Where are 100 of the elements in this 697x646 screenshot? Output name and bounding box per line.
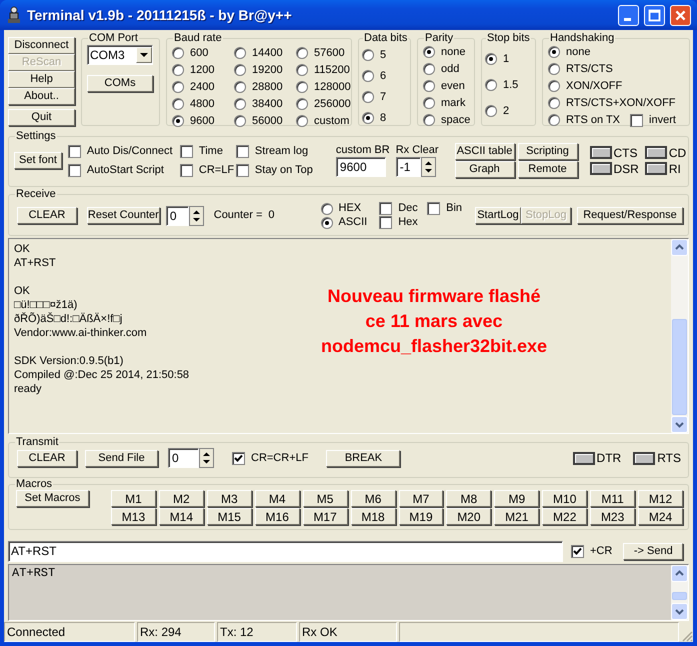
spin-arrows-icon[interactable] bbox=[188, 206, 204, 226]
radio-button[interactable] bbox=[362, 70, 374, 82]
spin-field[interactable]: 0 bbox=[166, 206, 189, 226]
toolbar-button[interactable]: About.. bbox=[8, 88, 75, 105]
radio-button[interactable] bbox=[296, 98, 308, 110]
log-button[interactable]: Request/Response bbox=[576, 207, 683, 224]
radio-button[interactable] bbox=[423, 97, 435, 109]
resize-grip-icon[interactable] bbox=[681, 630, 693, 642]
macro-button[interactable]: M13 bbox=[111, 508, 156, 525]
checkbox[interactable] bbox=[379, 202, 392, 215]
scrollbar[interactable] bbox=[671, 239, 688, 433]
radio-button[interactable] bbox=[296, 115, 308, 127]
radio-button[interactable] bbox=[423, 63, 435, 75]
log-button[interactable]: StartLog bbox=[474, 207, 521, 224]
radio-button[interactable] bbox=[172, 47, 184, 59]
macro-button[interactable]: M8 bbox=[446, 490, 492, 507]
radio-button[interactable] bbox=[362, 112, 374, 124]
checkbox[interactable] bbox=[379, 216, 392, 229]
radio-button[interactable] bbox=[172, 115, 184, 127]
macro-button[interactable]: M6 bbox=[350, 490, 396, 507]
toolbar-button[interactable]: Quit bbox=[8, 109, 75, 126]
macro-button[interactable]: M20 bbox=[446, 508, 492, 525]
radio-button[interactable] bbox=[548, 80, 560, 92]
macro-button[interactable]: M3 bbox=[206, 490, 252, 507]
radio-button[interactable] bbox=[548, 114, 560, 126]
macro-button[interactable]: M5 bbox=[302, 490, 348, 507]
clear-button[interactable]: CLEAR bbox=[17, 207, 77, 224]
macro-button[interactable]: M21 bbox=[494, 508, 540, 525]
radio-button[interactable] bbox=[485, 53, 497, 65]
macro-button[interactable]: M22 bbox=[542, 508, 588, 525]
reset-counter-button[interactable]: Reset Counter bbox=[86, 207, 160, 224]
macro-button[interactable]: M14 bbox=[158, 508, 204, 525]
checkbox[interactable] bbox=[236, 144, 249, 158]
maximize-button[interactable] bbox=[644, 4, 665, 26]
radio-button[interactable] bbox=[172, 64, 184, 76]
macro-button[interactable]: M16 bbox=[254, 508, 300, 525]
checkbox[interactable] bbox=[180, 164, 193, 176]
macro-button[interactable]: M12 bbox=[638, 490, 683, 507]
macro-button[interactable]: M1 bbox=[111, 490, 156, 507]
coms-button[interactable]: COMs bbox=[87, 75, 153, 92]
scroll-down-icon[interactable] bbox=[671, 603, 688, 620]
port-dropdown[interactable]: COM3 bbox=[87, 45, 153, 65]
scroll-up-icon[interactable] bbox=[671, 239, 688, 256]
close-button[interactable] bbox=[670, 4, 691, 26]
minimize-button[interactable] bbox=[618, 4, 639, 26]
macro-button[interactable]: M24 bbox=[638, 508, 683, 525]
macro-button[interactable]: M23 bbox=[590, 508, 636, 525]
radio-button[interactable] bbox=[296, 64, 308, 76]
radio-button[interactable] bbox=[548, 46, 560, 58]
spin-arrows-icon[interactable] bbox=[420, 157, 436, 177]
send-button[interactable]: -> Send bbox=[623, 542, 684, 560]
macro-button[interactable]: M4 bbox=[254, 490, 300, 507]
radio-button[interactable] bbox=[234, 81, 246, 93]
send-file-button[interactable]: Send File bbox=[85, 450, 158, 466]
spin-field[interactable]: -1 bbox=[396, 157, 421, 177]
radio-button[interactable] bbox=[423, 114, 435, 126]
checkbox[interactable] bbox=[571, 544, 584, 558]
radio-button[interactable] bbox=[234, 115, 246, 127]
scrollbar[interactable] bbox=[671, 565, 688, 620]
macro-button[interactable]: M18 bbox=[350, 508, 396, 525]
checkbox[interactable] bbox=[180, 144, 193, 158]
radio-button[interactable] bbox=[234, 98, 246, 110]
settings-button[interactable]: Scripting bbox=[518, 143, 578, 160]
radio-button[interactable] bbox=[548, 63, 560, 75]
radio-button[interactable] bbox=[548, 97, 560, 109]
clear-button[interactable]: CLEAR bbox=[17, 450, 77, 466]
radio-button[interactable] bbox=[320, 216, 332, 228]
macro-button[interactable]: M2 bbox=[158, 490, 204, 507]
radio-button[interactable] bbox=[485, 79, 497, 91]
macro-button[interactable]: M19 bbox=[398, 508, 444, 525]
baud-field[interactable]: 9600 bbox=[336, 157, 386, 177]
scroll-thumb[interactable] bbox=[672, 592, 687, 600]
radio-button[interactable] bbox=[234, 64, 246, 76]
spin-field[interactable]: 0 bbox=[168, 448, 199, 468]
radio-button[interactable] bbox=[423, 80, 435, 92]
macro-button[interactable]: M7 bbox=[398, 490, 444, 507]
macro-button[interactable]: M17 bbox=[302, 508, 348, 525]
radio-button[interactable] bbox=[296, 81, 308, 93]
radio-button[interactable] bbox=[172, 81, 184, 93]
scroll-down-icon[interactable] bbox=[671, 416, 688, 433]
settings-button[interactable]: ASCII table bbox=[454, 143, 515, 160]
set-font-button[interactable]: Set font bbox=[14, 152, 62, 169]
checkbox[interactable] bbox=[630, 114, 644, 126]
break-button[interactable]: BREAK bbox=[326, 450, 400, 466]
command-field[interactable]: AT+RST bbox=[8, 540, 563, 562]
settings-button[interactable]: Graph bbox=[454, 161, 515, 178]
macro-button[interactable]: M11 bbox=[590, 490, 636, 507]
checkbox[interactable] bbox=[68, 144, 81, 158]
radio-button[interactable] bbox=[423, 46, 435, 58]
radio-button[interactable] bbox=[362, 49, 374, 61]
radio-button[interactable] bbox=[485, 105, 497, 117]
scroll-thumb[interactable] bbox=[672, 319, 687, 415]
toolbar-button[interactable]: Help bbox=[8, 71, 75, 88]
checkbox[interactable] bbox=[427, 202, 440, 215]
radio-button[interactable] bbox=[172, 98, 184, 110]
checkbox[interactable] bbox=[68, 164, 81, 176]
checkbox[interactable] bbox=[232, 452, 245, 464]
toolbar-button[interactable]: Disconnect bbox=[8, 37, 75, 54]
spin-arrows-icon[interactable] bbox=[199, 448, 214, 468]
set-macros-button[interactable]: Set Macros bbox=[16, 490, 89, 507]
